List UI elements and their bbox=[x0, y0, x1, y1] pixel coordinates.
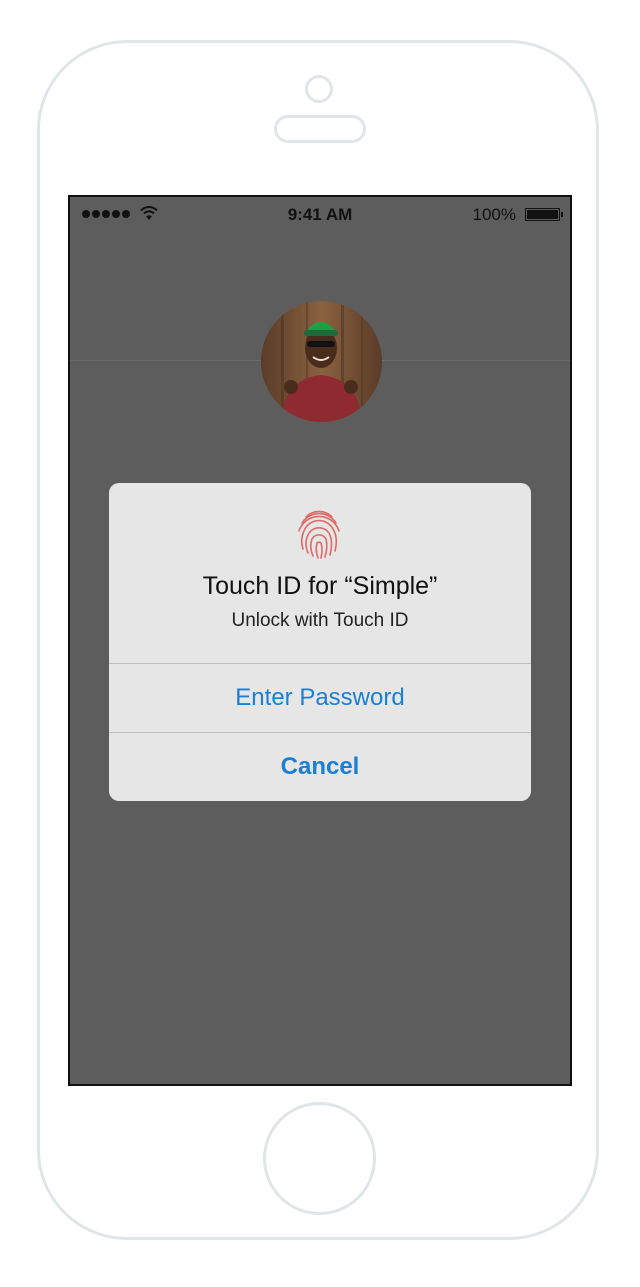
cancel-button[interactable]: Cancel bbox=[109, 733, 531, 801]
status-bar: 9:41 AM 100% bbox=[70, 197, 570, 233]
battery-icon bbox=[525, 208, 563, 221]
alert-title: Touch ID for “Simple” bbox=[202, 572, 438, 600]
alert-message: Unlock with Touch ID bbox=[231, 610, 409, 631]
phone-screen: 9:41 AM 100% Touch ID for “Simple” Unloc… bbox=[68, 195, 572, 1086]
front-camera bbox=[305, 75, 333, 103]
battery-percentage: 100% bbox=[472, 205, 516, 224]
speaker-grille bbox=[274, 115, 366, 143]
fingerprint-icon bbox=[298, 510, 340, 559]
enter-password-button[interactable]: Enter Password bbox=[109, 664, 531, 732]
home-button[interactable] bbox=[263, 1102, 376, 1215]
user-avatar bbox=[261, 301, 382, 422]
touch-id-alert: Touch ID for “Simple” Unlock with Touch … bbox=[109, 483, 531, 801]
